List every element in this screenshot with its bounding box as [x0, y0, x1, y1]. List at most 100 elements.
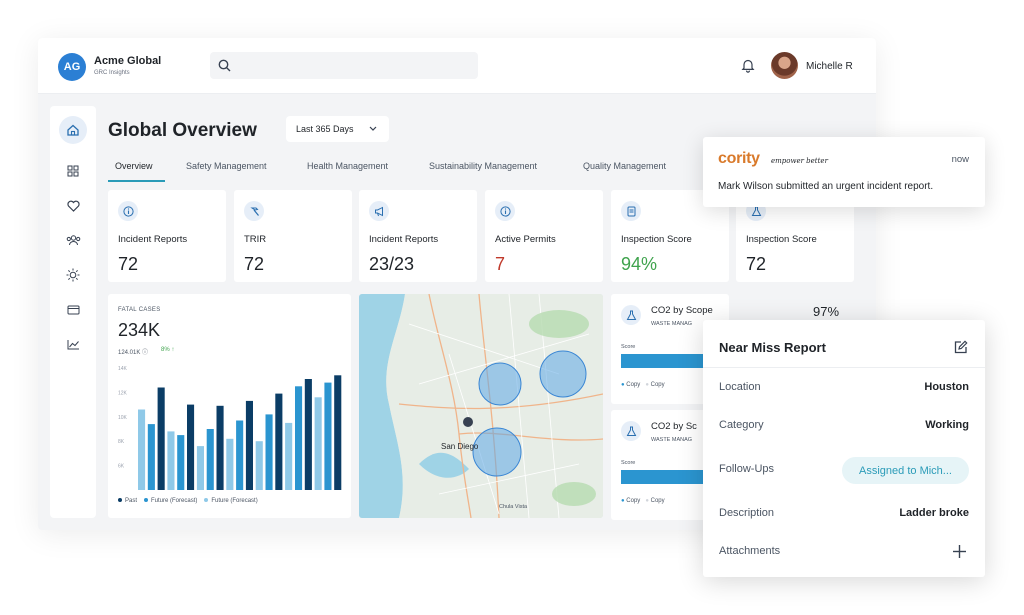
- flask-icon: [621, 305, 641, 325]
- chart-bar[interactable]: [157, 387, 165, 491]
- people-icon[interactable]: [63, 230, 83, 250]
- bell-icon[interactable]: [741, 58, 755, 73]
- chart-bar[interactable]: [236, 420, 244, 491]
- wallet-icon[interactable]: [63, 299, 83, 319]
- follow-ups-assignee-pill[interactable]: Assigned to Mich...: [842, 457, 969, 484]
- co2-legend: ● Copy ● Copy: [621, 498, 665, 504]
- search-input[interactable]: [210, 52, 478, 79]
- fatal-cases-card: FATAL CASES 234K 124.01K ⓘ 8% ↑ 14K 12K 10…: [108, 294, 351, 518]
- notification-toast[interactable]: cority empower better now Mark Wilson su…: [703, 137, 985, 207]
- chart-bar[interactable]: [147, 424, 155, 490]
- region-map[interactable]: San Diego Chula Vista: [359, 294, 603, 518]
- page-title: Global Overview: [108, 120, 257, 141]
- field-label-attachments: Attachments: [719, 545, 781, 557]
- y-tick-label: 14K: [118, 366, 128, 372]
- grid-icon[interactable]: [63, 161, 83, 181]
- chart-bar[interactable]: [324, 382, 332, 490]
- field-value-location: Houston: [924, 381, 969, 393]
- bar-chart: 14K 12K 10K 8K 6K: [118, 366, 342, 491]
- y-tick-label: 12K: [118, 390, 128, 396]
- field-label-description: Description: [719, 507, 775, 519]
- score-label: Score: [621, 344, 636, 350]
- map-cluster[interactable]: [539, 350, 587, 398]
- map-label: San Diego: [441, 442, 479, 451]
- chart-title: FATAL CASES: [118, 307, 161, 313]
- legend-item: Past: [118, 498, 137, 504]
- chart-bar[interactable]: [314, 397, 322, 490]
- chart-bar[interactable]: [138, 409, 146, 491]
- tab-health-management[interactable]: Health Management: [307, 161, 388, 171]
- field-label-category: Category: [719, 419, 764, 431]
- org-avatar[interactable]: AG: [58, 53, 86, 81]
- kpi-label: TRIR: [244, 234, 267, 245]
- chart-bar[interactable]: [255, 441, 263, 490]
- kpi-card[interactable]: Incident Reports 23/23: [359, 190, 477, 282]
- kpi-label: Inspection Score: [621, 234, 692, 245]
- chart-bar[interactable]: [177, 435, 185, 490]
- chart-bar[interactable]: [265, 414, 273, 490]
- field-label-follow-ups: Follow-Ups: [719, 463, 775, 475]
- chevron-down-icon: [369, 126, 377, 131]
- info-icon: [118, 201, 138, 221]
- notification-time: now: [951, 154, 969, 165]
- co2-legend: ● Copy ● Copy: [621, 382, 665, 388]
- home-icon[interactable]: [59, 116, 87, 144]
- map-graphic: San Diego Chula Vista: [359, 294, 603, 518]
- kpi-card[interactable]: TRIR 72: [234, 190, 352, 282]
- tab-quality-management[interactable]: Quality Management: [583, 161, 666, 171]
- chart-bar[interactable]: [196, 446, 204, 490]
- chart-bar[interactable]: [226, 438, 234, 490]
- kpi-label: Incident Reports: [369, 234, 439, 245]
- kpi-card[interactable]: Active Permits 7: [485, 190, 603, 282]
- document-icon: [621, 201, 641, 221]
- kpi-card[interactable]: Incident Reports 72: [108, 190, 226, 282]
- map-cluster[interactable]: [478, 362, 522, 406]
- active-tab-indicator: [108, 180, 165, 182]
- chart-bar[interactable]: [304, 379, 312, 490]
- hammer-icon: [244, 201, 264, 221]
- edit-icon[interactable]: [953, 340, 968, 355]
- kpi-label: Inspection Score: [746, 234, 817, 245]
- co2-percent: 97%: [813, 304, 840, 319]
- tab-safety-management[interactable]: Safety Management: [186, 161, 267, 171]
- chart-bar[interactable]: [216, 405, 224, 490]
- divider: [703, 367, 985, 368]
- chart-change: 8% ↑: [161, 347, 175, 353]
- chart-bar[interactable]: [295, 386, 303, 490]
- user-avatar[interactable]: [771, 52, 798, 79]
- field-value-description: Ladder broke: [899, 507, 969, 519]
- heart-icon[interactable]: [63, 196, 83, 216]
- date-range-dropdown[interactable]: Last 365 Days: [286, 116, 389, 142]
- map-cluster[interactable]: [472, 427, 522, 477]
- legend-item: Future (Forecast): [204, 498, 258, 504]
- kpi-value: 72: [118, 254, 139, 274]
- sidebar: [50, 106, 96, 518]
- sun-icon[interactable]: [63, 265, 83, 285]
- flask-icon: [621, 421, 641, 441]
- legend-item: Future (Forecast): [144, 498, 197, 504]
- top-bar: AG Acme Global GRC Insights Michelle R: [38, 38, 876, 94]
- tab-sustainability-management[interactable]: Sustainability Management: [429, 161, 537, 171]
- brand-tagline: empower better: [771, 157, 828, 165]
- org-subtitle: GRC Insights: [94, 70, 130, 76]
- kpi-label: Active Permits: [495, 234, 556, 245]
- y-tick-label: 10K: [118, 415, 128, 421]
- org-name: Acme Global: [94, 55, 162, 67]
- chart-line-icon[interactable]: [63, 334, 83, 354]
- chart-bar[interactable]: [187, 404, 195, 490]
- chart-bar[interactable]: [285, 422, 293, 490]
- cority-logo: cority: [718, 150, 760, 167]
- chart-bar[interactable]: [167, 431, 175, 490]
- chart-sub-value: 124.01K ⓘ: [118, 350, 149, 356]
- tab-overview[interactable]: Overview: [115, 161, 153, 171]
- near-miss-report-panel: Near Miss Report Location Houston Catego…: [703, 320, 985, 577]
- info-icon: [495, 201, 515, 221]
- chart-bar[interactable]: [206, 429, 214, 490]
- chart-bar[interactable]: [275, 393, 283, 490]
- chart-bar[interactable]: [245, 400, 253, 490]
- co2-subtitle: WASTE MANAG: [651, 437, 693, 443]
- chart-legend: Past Future (Forecast) Future (Forecast): [118, 498, 258, 504]
- add-attachment-icon[interactable]: [952, 544, 967, 559]
- user-name[interactable]: Michelle R: [806, 61, 853, 72]
- chart-bar[interactable]: [334, 375, 342, 490]
